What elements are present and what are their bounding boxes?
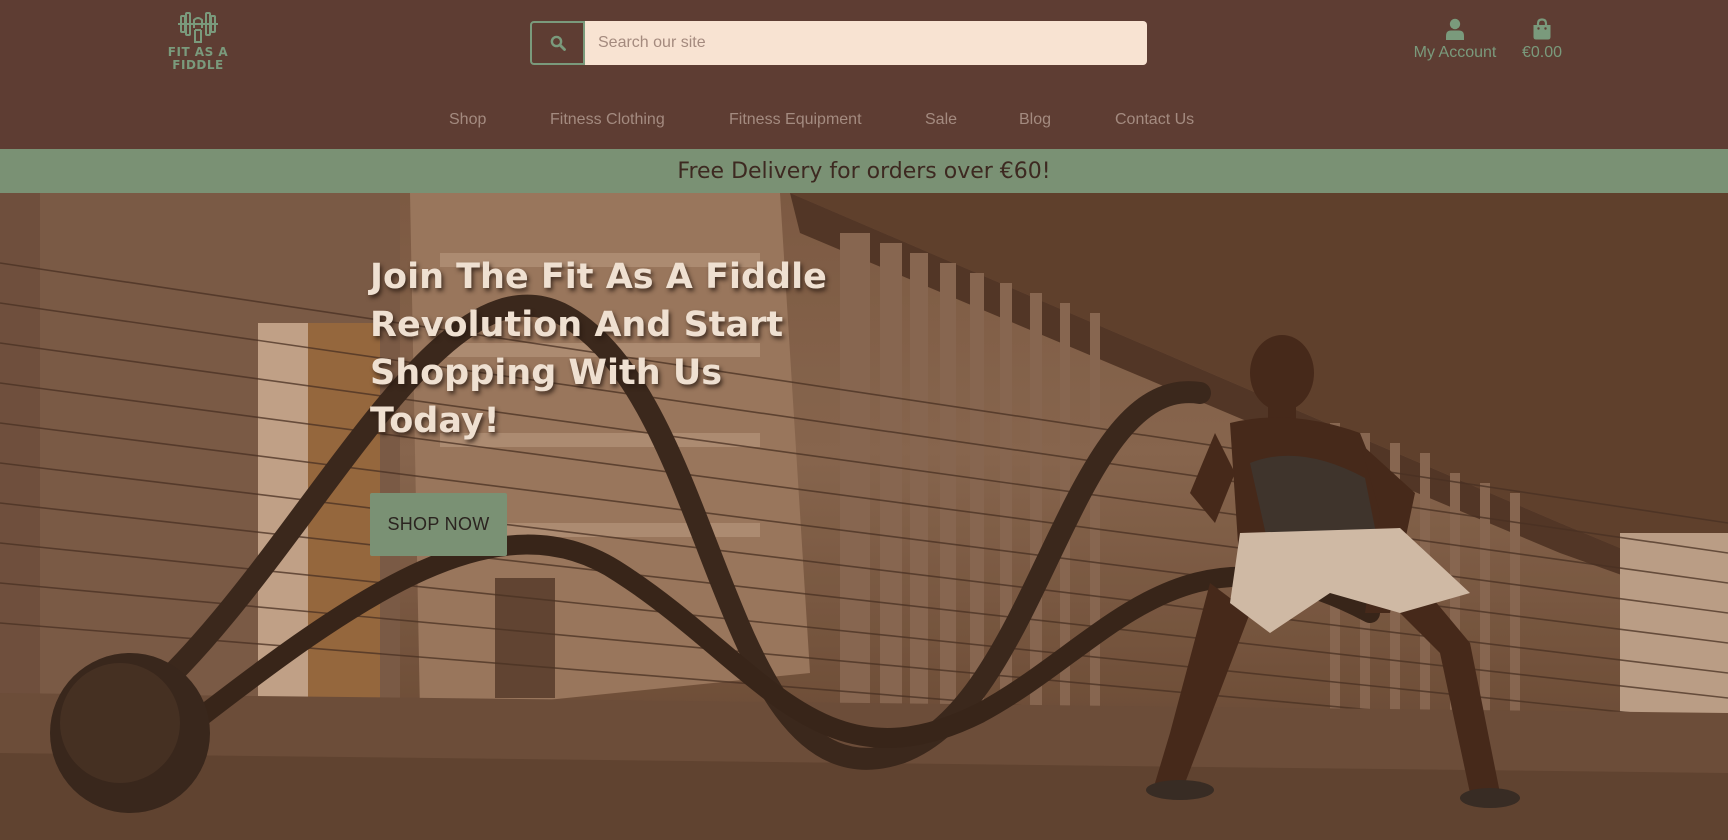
nav-item-fitness-clothing[interactable]: Fitness Clothing <box>550 100 665 140</box>
main-nav: Shop Fitness Clothing Fitness Equipment … <box>0 100 1728 140</box>
hero-title: Join The Fit As A Fiddle Revolution And … <box>370 257 827 441</box>
user-icon <box>1446 18 1464 40</box>
search-input[interactable] <box>585 21 1147 65</box>
my-account-label: My Account <box>1413 44 1497 61</box>
nav-item-fitness-equipment[interactable]: Fitness Equipment <box>729 100 862 140</box>
delivery-banner-text: Free Delivery for orders over €60! <box>677 158 1051 184</box>
delivery-banner: Free Delivery for orders over €60! <box>0 149 1728 193</box>
cart-link[interactable]: €0.00 <box>1512 18 1572 62</box>
cart-total: €0.00 <box>1521 44 1563 61</box>
dumbbell-icon <box>178 12 218 43</box>
nav-item-shop[interactable]: Shop <box>449 100 486 140</box>
logo-text: FIT AS A FIDDLE <box>167 45 229 72</box>
site-header: FIT AS A FIDDLE My Account €0.00 Shop Fi… <box>0 0 1728 149</box>
logo[interactable]: FIT AS A FIDDLE <box>160 10 236 76</box>
search-icon <box>550 35 566 51</box>
hero-section: Join The Fit As A Fiddle Revolution And … <box>0 193 1728 840</box>
nav-item-blog[interactable]: Blog <box>1019 100 1051 140</box>
shopping-bag-icon <box>1533 18 1551 40</box>
search-form <box>530 21 1147 65</box>
shop-now-button[interactable]: SHOP NOW <box>370 493 507 556</box>
my-account-link[interactable]: My Account <box>1385 18 1525 62</box>
hero-background-image <box>0 193 1728 840</box>
nav-item-contact-us[interactable]: Contact Us <box>1115 100 1194 140</box>
search-button[interactable] <box>530 21 585 65</box>
nav-item-sale[interactable]: Sale <box>925 100 957 140</box>
